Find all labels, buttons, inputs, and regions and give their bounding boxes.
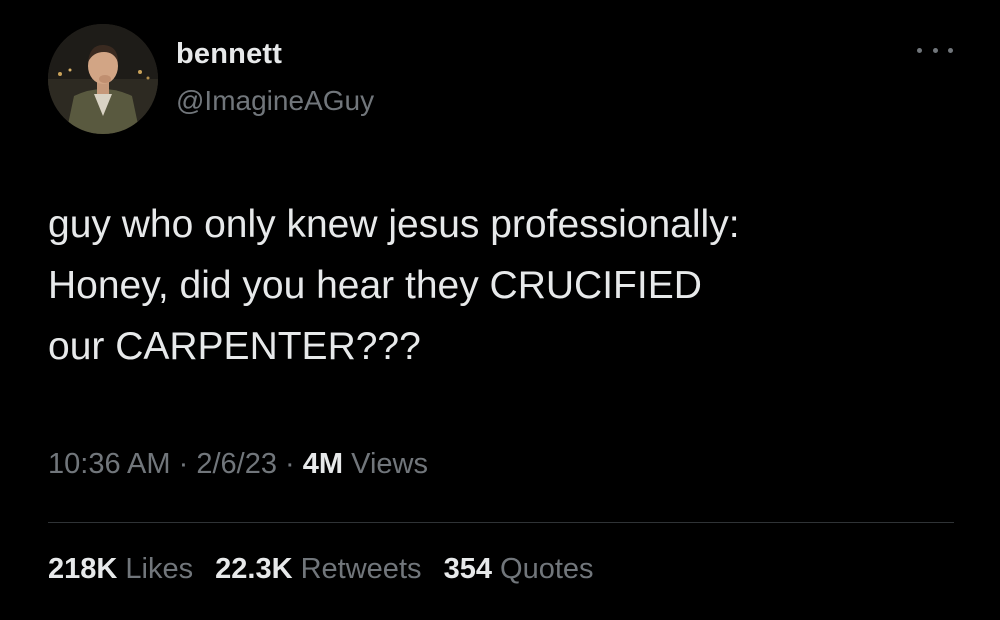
profile-photo-icon	[48, 24, 158, 134]
quotes-stat[interactable]: 354 Quotes	[444, 553, 594, 585]
user-handle[interactable]: @ImagineAGuy	[176, 85, 374, 117]
retweets-count: 22.3K	[215, 553, 293, 585]
divider	[48, 522, 954, 523]
more-dot	[948, 47, 953, 53]
more-options-icon[interactable]	[917, 40, 953, 60]
avatar[interactable]	[48, 24, 158, 134]
engagement-stats: 218K Likes 22.3K Retweets 354 Quotes	[48, 553, 608, 586]
tweet: bennett @ImagineAGuy guy who only knew j…	[0, 0, 1000, 620]
tweet-date[interactable]: 2/6/23	[196, 448, 277, 480]
tweet-meta: 10:36 AM · 2/6/23 · 4M Views	[48, 448, 428, 481]
more-dot	[917, 47, 922, 53]
retweets-stat[interactable]: 22.3K Retweets	[215, 553, 421, 585]
meta-separator: ·	[178, 448, 189, 480]
more-dot	[932, 47, 938, 53]
tweet-time[interactable]: 10:36 AM	[48, 448, 171, 480]
likes-count: 218K	[48, 553, 118, 585]
tweet-text: guy who only knew jesus professionally: …	[48, 194, 978, 377]
quotes-label: Quotes	[500, 553, 594, 585]
tweet-text-line: guy who only knew jesus professionally:	[48, 203, 740, 246]
meta-separator: ·	[285, 448, 295, 480]
quotes-count: 354	[443, 553, 492, 585]
retweets-label: Retweets	[300, 553, 422, 585]
views-count[interactable]: 4M	[303, 448, 343, 480]
likes-label: Likes	[125, 553, 194, 585]
display-name[interactable]: bennett	[176, 38, 282, 71]
tweet-text-line: our CARPENTER???	[48, 325, 421, 368]
tweet-text-line: Honey, did you hear they CRUCIFIED	[48, 264, 702, 307]
views-label: Views	[351, 448, 428, 480]
likes-stat[interactable]: 218K Likes	[48, 553, 193, 585]
